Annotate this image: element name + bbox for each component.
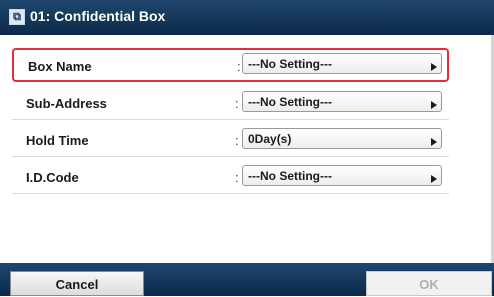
arrow-right-icon [431,63,437,71]
row-colon: : [235,133,239,148]
row-id-code[interactable]: I.D.Code : ---No Setting--- [12,161,449,194]
row-colon: : [235,170,239,185]
row-colon: : [237,59,241,74]
arrow-right-icon [431,101,437,109]
arrow-right-icon [431,138,437,146]
title-bar: ⧉ 01: Confidential Box [0,0,494,35]
sub-address-value-button[interactable]: ---No Setting--- [242,91,442,112]
hold-time-value: 0Day(s) [248,132,292,146]
arrow-right-icon [431,175,437,183]
box-name-value-button[interactable]: ---No Setting--- [242,53,442,74]
id-code-value: ---No Setting--- [248,169,332,183]
settings-list: Box Name : ---No Setting--- Sub-Address … [0,35,494,263]
hold-time-value-button[interactable]: 0Day(s) [242,128,442,149]
box-name-value: ---No Setting--- [248,57,332,71]
ok-button[interactable]: OK [366,271,492,296]
page-title: 01: Confidential Box [30,8,166,24]
id-code-value-button[interactable]: ---No Setting--- [242,165,442,186]
row-hold-time[interactable]: Hold Time : 0Day(s) [12,124,449,157]
row-box-name[interactable]: Box Name : ---No Setting--- [12,48,449,82]
row-label-box-name: Box Name [28,59,92,74]
box-icon: ⧉ [9,9,25,25]
sub-address-value: ---No Setting--- [248,95,332,109]
row-label-hold-time: Hold Time [26,133,89,148]
cancel-button[interactable]: Cancel [10,271,144,296]
action-bar: Cancel OK [0,263,494,296]
row-label-id-code: I.D.Code [26,170,79,185]
row-label-sub-address: Sub-Address [26,96,107,111]
row-colon: : [235,96,239,111]
row-sub-address[interactable]: Sub-Address : ---No Setting--- [12,87,449,120]
